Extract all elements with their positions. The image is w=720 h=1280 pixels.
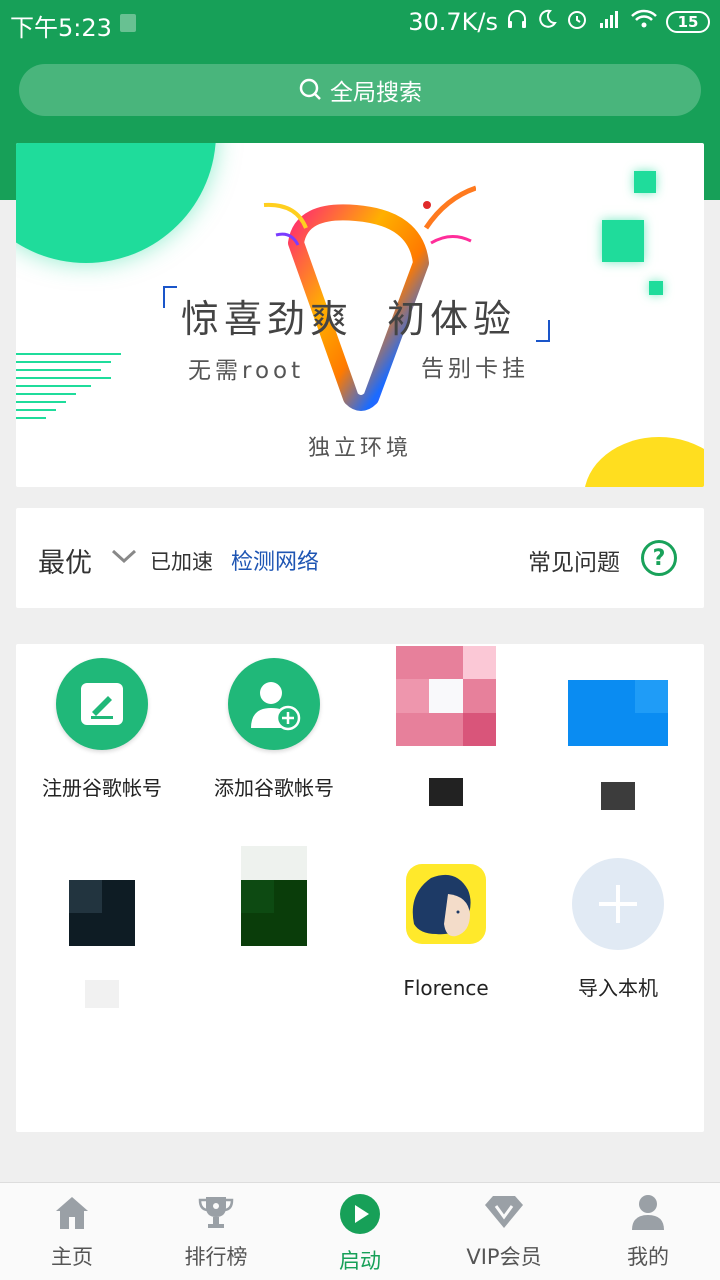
banner-square-decoration <box>634 171 656 193</box>
banner-circle-decoration <box>16 143 216 263</box>
status-right: 30.7K/s 15 <box>408 8 710 36</box>
app-label: 导入本机 <box>578 976 658 1000</box>
app-blurred-2[interactable] <box>532 644 704 834</box>
app-blurred-1[interactable] <box>360 644 532 834</box>
trophy-icon <box>196 1193 236 1235</box>
app-blurred-3[interactable] <box>16 844 188 1034</box>
nav-vip[interactable]: VIP会员 <box>432 1183 576 1280</box>
alarm-icon <box>566 8 588 36</box>
florence-icon <box>406 864 486 944</box>
blurred-app-icon <box>568 680 668 746</box>
blurred-app-label <box>601 782 635 810</box>
banner-yellow-decoration <box>584 437 704 487</box>
user-icon <box>628 1193 668 1235</box>
signal-icon <box>596 8 622 36</box>
promo-banner[interactable]: 惊喜劲爽 初体验 无需root 告别卡挂 独立环境 <box>16 143 704 487</box>
global-search-bar[interactable]: 全局搜索 <box>19 64 701 116</box>
faq-link[interactable]: 常见问题 <box>528 543 620 577</box>
home-icon <box>52 1193 92 1235</box>
nav-launch[interactable]: 启动 <box>288 1183 432 1280</box>
banner-lines-decoration <box>16 353 121 425</box>
banner-bottom-text: 独立环境 <box>308 436 413 461</box>
banner-bracket-left <box>163 286 177 308</box>
plus-icon <box>572 858 664 950</box>
app-import-local[interactable]: 导入本机 <box>532 844 704 1034</box>
network-speed: 30.7K/s <box>408 8 498 36</box>
search-label: 全局搜索 <box>330 80 422 106</box>
headphones-icon <box>506 8 528 36</box>
nav-home[interactable]: 主页 <box>0 1183 144 1280</box>
nav-label: VIP会员 <box>466 1245 542 1269</box>
nav-label: 启动 <box>339 1249 381 1273</box>
nav-label: 我的 <box>627 1245 669 1269</box>
app-label: 添加谷歌帐号 <box>214 776 334 800</box>
play-icon <box>339 1193 381 1239</box>
mode-selector[interactable]: 最优 <box>38 541 92 580</box>
banner-title: 惊喜劲爽 初体验 <box>181 297 517 341</box>
add-user-icon <box>228 658 320 750</box>
blurred-app-label <box>85 980 119 1008</box>
nav-label: 排行榜 <box>184 1245 248 1269</box>
detect-network-link[interactable]: 检测网络 <box>231 544 319 576</box>
bottom-navigation: 主页 排行榜 启动 VIP会员 我的 <box>0 1182 720 1280</box>
nav-mine[interactable]: 我的 <box>576 1183 720 1280</box>
banner-bracket-right <box>536 320 550 342</box>
banner-square-decoration <box>649 281 663 295</box>
moon-icon <box>536 8 558 36</box>
app-label: 注册谷歌帐号 <box>42 776 162 800</box>
nav-ranking[interactable]: 排行榜 <box>144 1183 288 1280</box>
banner-square-decoration <box>602 220 644 262</box>
banner-subtitle-right: 告别卡挂 <box>421 356 529 382</box>
acceleration-card: 最优 已加速 检测网络 常见问题 ? <box>16 508 704 608</box>
nav-label: 主页 <box>51 1245 93 1269</box>
search-icon <box>298 77 324 103</box>
status-bar: 下午5:23 30.7K/s 15 <box>0 0 720 46</box>
app-label: Florence <box>403 976 489 1000</box>
blurred-app-icon <box>396 646 496 746</box>
app-register-google[interactable]: 注册谷歌帐号 <box>16 644 188 834</box>
acceleration-status: 已加速 <box>150 550 213 574</box>
app-blurred-4[interactable] <box>188 844 360 1034</box>
edit-icon <box>56 658 148 750</box>
banner-subtitle-left: 无需root <box>188 358 305 384</box>
wifi-icon <box>630 8 658 36</box>
battery-icon: 15 <box>666 11 710 33</box>
status-time: 下午5:23 <box>10 14 112 42</box>
app-florence[interactable]: Florence <box>360 844 532 1034</box>
help-icon[interactable]: ? <box>641 540 677 576</box>
blurred-app-label <box>429 778 463 806</box>
notification-icon <box>120 14 136 32</box>
blurred-app-icon <box>241 846 307 946</box>
app-add-google[interactable]: 添加谷歌帐号 <box>188 644 360 834</box>
apps-grid: 注册谷歌帐号 添加谷歌帐号 Florence 导入本机 <box>16 644 704 1132</box>
blurred-app-label <box>257 978 291 1006</box>
blurred-app-icon <box>69 880 135 946</box>
diamond-icon <box>483 1193 525 1235</box>
chevron-down-icon[interactable] <box>110 546 138 570</box>
